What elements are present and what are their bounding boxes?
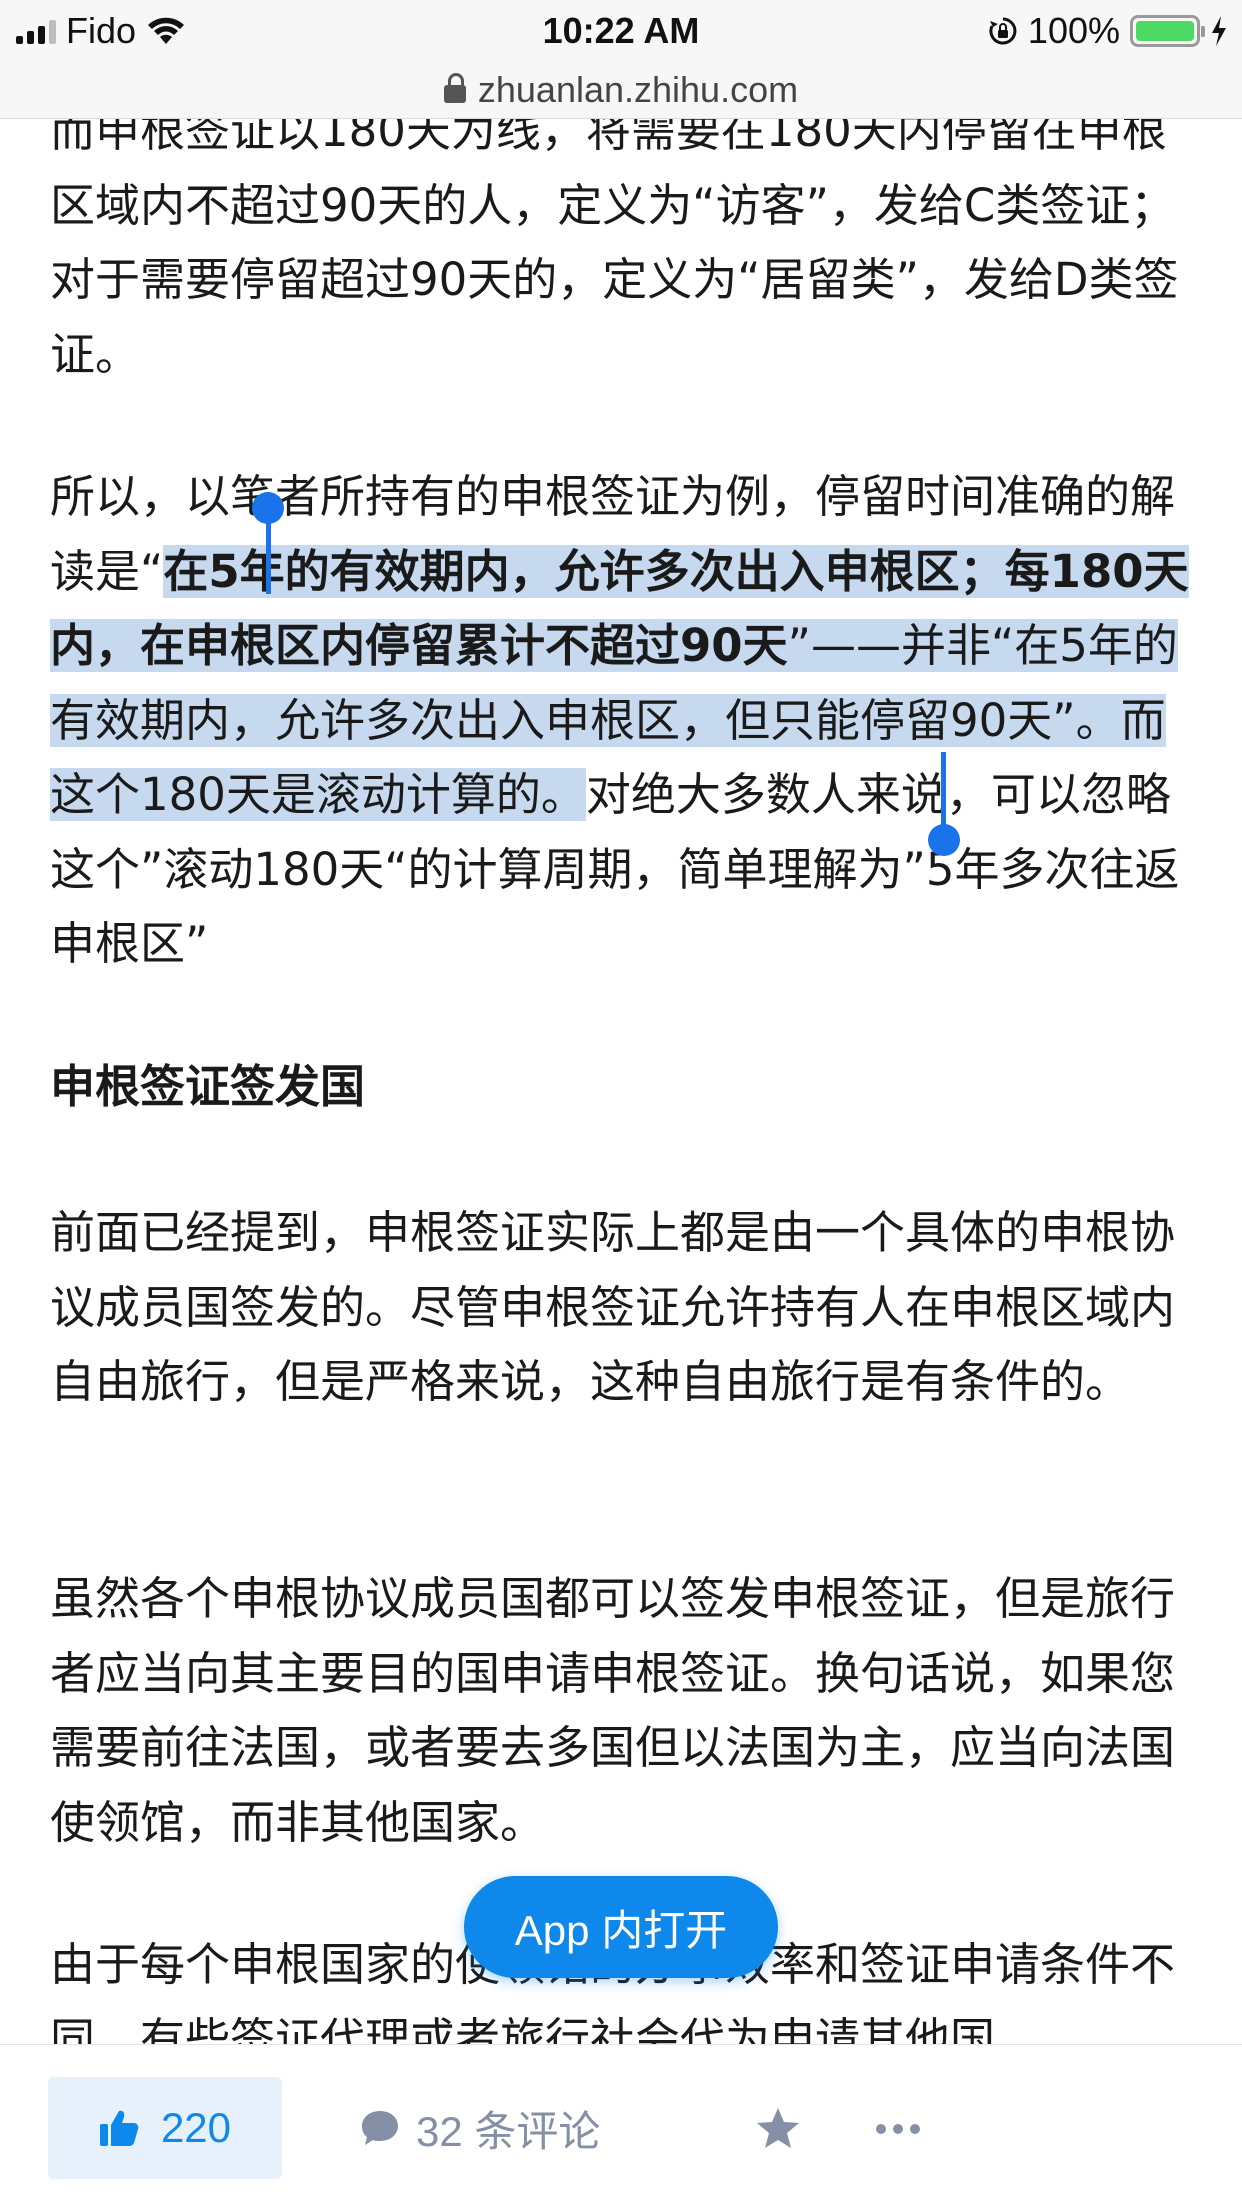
thumbs-up-icon [99, 2110, 139, 2146]
paragraph-selected: 所以，以笔者所持有的申根签证为例，停留时间准确的解读是“在5年的有效期内，允许多… [50, 460, 1200, 982]
orientation-lock-icon [989, 17, 1017, 45]
comments-label: 32 条评论 [416, 2107, 601, 2155]
address-bar[interactable]: zhuanlan.zhihu.com [0, 62, 1242, 119]
battery-percent: 100% [1027, 10, 1120, 51]
upvote-count: 220 [160, 2104, 232, 2151]
status-right: 100% [988, 8, 1228, 54]
favorite-star-icon[interactable] [754, 2105, 802, 2153]
charging-bolt-icon [1212, 16, 1226, 46]
paragraph: 虽然各个申根协议成员国都可以签发申根签证，但是旅行者应当向其主要目的国申请申根签… [50, 1572, 1176, 1849]
paragraph: 而申根签证以180天为线，将需要在180天内停留在申根区域内不超过90天的人，定… [50, 104, 1179, 381]
comment-icon [362, 2111, 398, 2145]
comments-button[interactable]: 32 条评论 [360, 2093, 600, 2163]
paragraph: 前面已经提到，申根签证实际上都是由一个具体的申根协议成员国签发的。尽管申根签证允… [50, 1206, 1176, 1408]
lock-icon [443, 73, 466, 103]
battery-icon [1130, 15, 1205, 47]
status-bar: Fido 10:22 AM 100% [0, 0, 1242, 62]
url-text: zhuanlan.zhihu.com [477, 69, 799, 110]
more-options-icon[interactable] [876, 2101, 920, 2157]
section-heading: 申根签证签发国 [50, 1060, 366, 1113]
bottom-action-bar: 220 32 条评论 [0, 2044, 1242, 2209]
upvote-button[interactable]: 220 [48, 2077, 282, 2179]
open-in-app-button[interactable]: App 内打开 [464, 1876, 778, 1978]
